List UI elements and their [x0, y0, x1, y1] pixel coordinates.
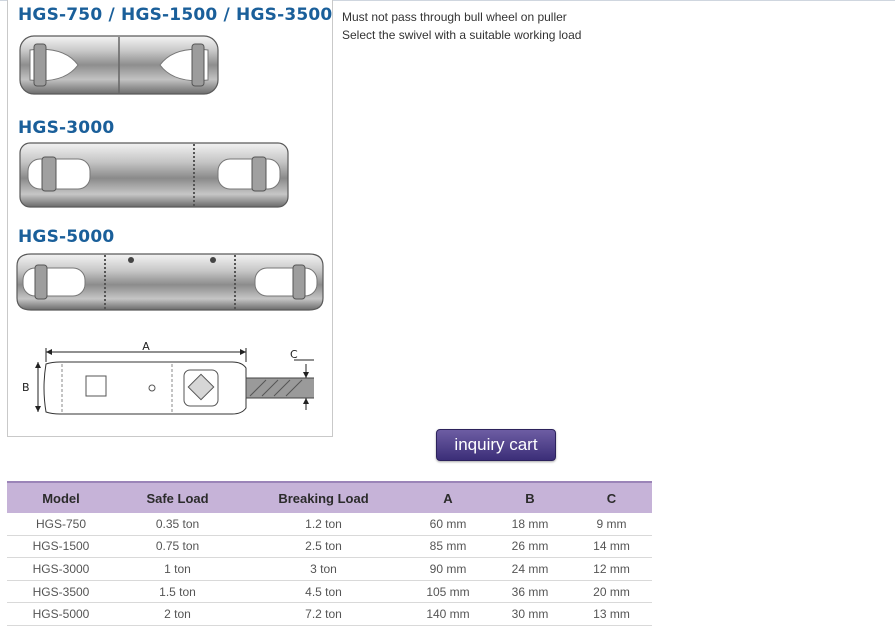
cell-safe-load: 0.75 ton	[115, 535, 240, 559]
header-a: A	[407, 481, 489, 513]
cell-safe-load: 1.5 ton	[115, 580, 240, 604]
swivel-image-hgs-5000	[16, 253, 324, 311]
model-title-hgs-5000: HGS-5000	[18, 227, 115, 247]
cell-a: 85 mm	[407, 535, 489, 559]
cell-breaking-load: 3 ton	[240, 557, 407, 581]
specification-table: Model Safe Load Breaking Load A B C HGS-…	[7, 481, 652, 626]
cell-a: 140 mm	[407, 602, 489, 626]
cell-c: 13 mm	[571, 602, 652, 626]
model-title-hgs-750-1500-3500: HGS-750 / HGS-1500 / HGS-3500	[18, 5, 333, 25]
cell-c: 9 mm	[571, 513, 652, 536]
cell-safe-load: 2 ton	[115, 602, 240, 626]
header-c: C	[571, 481, 652, 513]
cell-a: 105 mm	[407, 580, 489, 604]
header-safe-load: Safe Load	[115, 481, 240, 513]
description-line-2: Select the swivel with a suitable workin…	[342, 28, 582, 42]
cell-safe-load: 0.35 ton	[115, 513, 240, 536]
table-row: HGS-1500 0.75 ton 2.5 ton 85 mm 26 mm 14…	[7, 535, 652, 559]
cell-breaking-load: 4.5 ton	[240, 580, 407, 604]
cell-model: HGS-3000	[7, 557, 115, 581]
dimension-drawing: A B C	[22, 340, 314, 415]
description-line-1: Must not pass through bull wheel on pull…	[342, 10, 567, 24]
dimension-a-label: A	[142, 340, 150, 353]
cell-c: 20 mm	[571, 580, 652, 604]
table-row: HGS-3500 1.5 ton 4.5 ton 105 mm 36 mm 20…	[7, 580, 652, 604]
cell-b: 24 mm	[489, 557, 571, 581]
cell-b: 36 mm	[489, 580, 571, 604]
cell-c: 14 mm	[571, 535, 652, 559]
cell-a: 90 mm	[407, 557, 489, 581]
cell-model: HGS-5000	[7, 602, 115, 626]
cell-c: 12 mm	[571, 557, 652, 581]
swivel-image-hgs-3000	[19, 142, 289, 208]
cell-b: 26 mm	[489, 535, 571, 559]
cell-a: 60 mm	[407, 513, 489, 536]
header-model: Model	[7, 481, 115, 513]
cell-breaking-load: 1.2 ton	[240, 513, 407, 536]
cell-model: HGS-750	[7, 513, 115, 536]
table-row: HGS-3000 1 ton 3 ton 90 mm 24 mm 12 mm	[7, 557, 652, 581]
header-breaking-load: Breaking Load	[240, 481, 407, 513]
table-row: HGS-5000 2 ton 7.2 ton 140 mm 30 mm 13 m…	[7, 602, 652, 626]
header-b: B	[489, 481, 571, 513]
cell-b: 18 mm	[489, 513, 571, 536]
product-description: Must not pass through bull wheel on pull…	[342, 8, 581, 44]
dimension-b-label: B	[22, 381, 30, 394]
dimension-c-label: C	[290, 348, 298, 361]
cell-safe-load: 1 ton	[115, 557, 240, 581]
product-image-panel: HGS-750 / HGS-1500 / HGS-3500 HGS-3000 H…	[7, 0, 333, 437]
cell-b: 30 mm	[489, 602, 571, 626]
swivel-image-hgs-750	[19, 35, 219, 95]
cell-model: HGS-3500	[7, 580, 115, 604]
model-title-hgs-3000: HGS-3000	[18, 118, 115, 138]
inquiry-cart-button[interactable]: inquiry cart	[436, 429, 556, 461]
table-header-row: Model Safe Load Breaking Load A B C	[7, 481, 652, 513]
table-row: HGS-750 0.35 ton 1.2 ton 60 mm 18 mm 9 m…	[7, 513, 652, 536]
cell-breaking-load: 2.5 ton	[240, 535, 407, 559]
cell-model: HGS-1500	[7, 535, 115, 559]
cell-breaking-load: 7.2 ton	[240, 602, 407, 626]
